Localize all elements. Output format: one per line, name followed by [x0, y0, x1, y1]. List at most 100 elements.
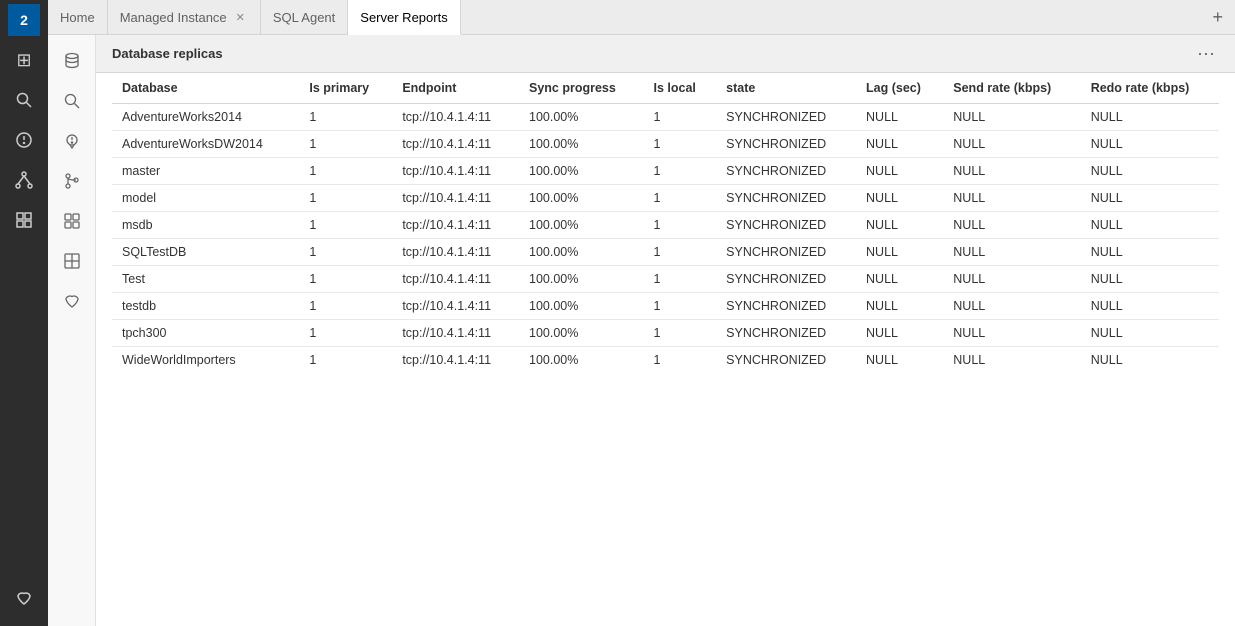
table-cell: 1	[299, 131, 392, 158]
table-cell: 100.00%	[519, 266, 643, 293]
table-row: msdb1tcp://10.4.1.4:11100.00%1SYNCHRONIZ…	[112, 212, 1219, 239]
sidebar-insights-icon[interactable]	[54, 123, 90, 159]
table-row: AdventureWorksDW20141tcp://10.4.1.4:1110…	[112, 131, 1219, 158]
table-cell: 1	[643, 293, 716, 320]
table-cell: NULL	[943, 158, 1080, 185]
tab-server-reports[interactable]: Server Reports	[348, 0, 460, 35]
table-cell: 100.00%	[519, 320, 643, 347]
table-cell: tcp://10.4.1.4:11	[392, 239, 519, 266]
table-cell: msdb	[112, 212, 299, 239]
col-redo-rate: Redo rate (kbps)	[1081, 73, 1219, 104]
table-cell: tcp://10.4.1.4:11	[392, 131, 519, 158]
tab-home-label: Home	[60, 10, 95, 25]
report-content: Database replicas ··· Database Is primar…	[96, 35, 1235, 626]
table-row: testdb1tcp://10.4.1.4:11100.00%1SYNCHRON…	[112, 293, 1219, 320]
table-cell: NULL	[856, 347, 943, 374]
table-cell: tcp://10.4.1.4:11	[392, 212, 519, 239]
tab-managed-instance-label: Managed Instance	[120, 10, 227, 25]
table-cell: NULL	[856, 212, 943, 239]
more-options-button[interactable]: ···	[1193, 43, 1219, 64]
add-tab-button[interactable]: +	[1200, 0, 1235, 34]
table-cell: NULL	[1081, 320, 1219, 347]
insights-icon[interactable]	[0, 120, 48, 160]
tab-sql-agent-label: SQL Agent	[273, 10, 335, 25]
table-cell: tcp://10.4.1.4:11	[392, 293, 519, 320]
table-cell: WideWorldImporters	[112, 347, 299, 374]
table-cell: NULL	[943, 131, 1080, 158]
table-cell: NULL	[1081, 185, 1219, 212]
table-cell: NULL	[943, 320, 1080, 347]
tab-managed-instance[interactable]: Managed Instance ✕	[108, 0, 261, 34]
table-cell: SYNCHRONIZED	[716, 266, 856, 293]
section-title: Database replicas	[112, 46, 223, 61]
table-cell: 100.00%	[519, 239, 643, 266]
table-cell: tcp://10.4.1.4:11	[392, 266, 519, 293]
table-cell: NULL	[1081, 158, 1219, 185]
table-cell: NULL	[943, 239, 1080, 266]
col-send-rate: Send rate (kbps)	[943, 73, 1080, 104]
table-cell: 1	[643, 347, 716, 374]
table-cell: NULL	[856, 104, 943, 131]
schema-icon[interactable]	[0, 160, 48, 200]
table-cell: SYNCHRONIZED	[716, 347, 856, 374]
table-cell: Test	[112, 266, 299, 293]
table-cell: SYNCHRONIZED	[716, 320, 856, 347]
sidebar-heart-icon[interactable]	[54, 283, 90, 319]
tab-home[interactable]: Home	[48, 0, 108, 34]
table-row: tpch3001tcp://10.4.1.4:11100.00%1SYNCHRO…	[112, 320, 1219, 347]
table-cell: tpch300	[112, 320, 299, 347]
sidebar-grid-icon[interactable]	[54, 243, 90, 279]
table-cell: NULL	[1081, 104, 1219, 131]
table-cell: 1	[299, 239, 392, 266]
table-row: model1tcp://10.4.1.4:11100.00%1SYNCHRONI…	[112, 185, 1219, 212]
table-row: AdventureWorks20141tcp://10.4.1.4:11100.…	[112, 104, 1219, 131]
table-cell: 1	[299, 320, 392, 347]
col-database: Database	[112, 73, 299, 104]
tab-sql-agent[interactable]: SQL Agent	[261, 0, 348, 34]
table-cell: AdventureWorksDW2014	[112, 131, 299, 158]
table-cell: tcp://10.4.1.4:11	[392, 347, 519, 374]
table-cell: NULL	[856, 266, 943, 293]
main-area: Home Managed Instance ✕ SQL Agent Server…	[48, 0, 1235, 626]
tab-managed-instance-close[interactable]: ✕	[233, 10, 248, 25]
sidebar-extensions-icon[interactable]	[54, 203, 90, 239]
table-cell: 100.00%	[519, 185, 643, 212]
table-cell: 1	[299, 212, 392, 239]
tab-server-reports-label: Server Reports	[360, 10, 447, 25]
table-cell: 1	[643, 320, 716, 347]
table-cell: AdventureWorks2014	[112, 104, 299, 131]
table-cell: SYNCHRONIZED	[716, 239, 856, 266]
tab-bar: Home Managed Instance ✕ SQL Agent Server…	[48, 0, 1235, 35]
heart-icon[interactable]	[0, 578, 48, 618]
col-state: state	[716, 73, 856, 104]
section-header: Database replicas ···	[96, 35, 1235, 73]
table-row: master1tcp://10.4.1.4:11100.00%1SYNCHRON…	[112, 158, 1219, 185]
table-cell: NULL	[856, 320, 943, 347]
table-cell: tcp://10.4.1.4:11	[392, 104, 519, 131]
table-cell: NULL	[943, 347, 1080, 374]
search-icon[interactable]	[0, 80, 48, 120]
table-cell: SYNCHRONIZED	[716, 212, 856, 239]
sidebar-search-icon[interactable]	[54, 83, 90, 119]
table-cell: 1	[643, 104, 716, 131]
sidebar-db-icon[interactable]	[54, 43, 90, 79]
table-cell: 1	[299, 185, 392, 212]
col-lag: Lag (sec)	[856, 73, 943, 104]
col-is-primary: Is primary	[299, 73, 392, 104]
table-cell: 1	[299, 104, 392, 131]
table-cell: NULL	[856, 158, 943, 185]
table-cell: 1	[643, 185, 716, 212]
table-cell: NULL	[1081, 239, 1219, 266]
table-row: WideWorldImporters1tcp://10.4.1.4:11100.…	[112, 347, 1219, 374]
table-cell: 1	[299, 293, 392, 320]
table-cell: NULL	[943, 104, 1080, 131]
table-body: AdventureWorks20141tcp://10.4.1.4:11100.…	[112, 104, 1219, 374]
table-cell: NULL	[943, 212, 1080, 239]
app-logo: 2	[8, 4, 40, 36]
table-cell: SQLTestDB	[112, 239, 299, 266]
table-cell: 1	[299, 347, 392, 374]
extensions-icon[interactable]	[0, 200, 48, 240]
connections-icon[interactable]: ⊞	[0, 40, 48, 80]
table-row: Test1tcp://10.4.1.4:11100.00%1SYNCHRONIZ…	[112, 266, 1219, 293]
sidebar-branch-icon[interactable]	[54, 163, 90, 199]
